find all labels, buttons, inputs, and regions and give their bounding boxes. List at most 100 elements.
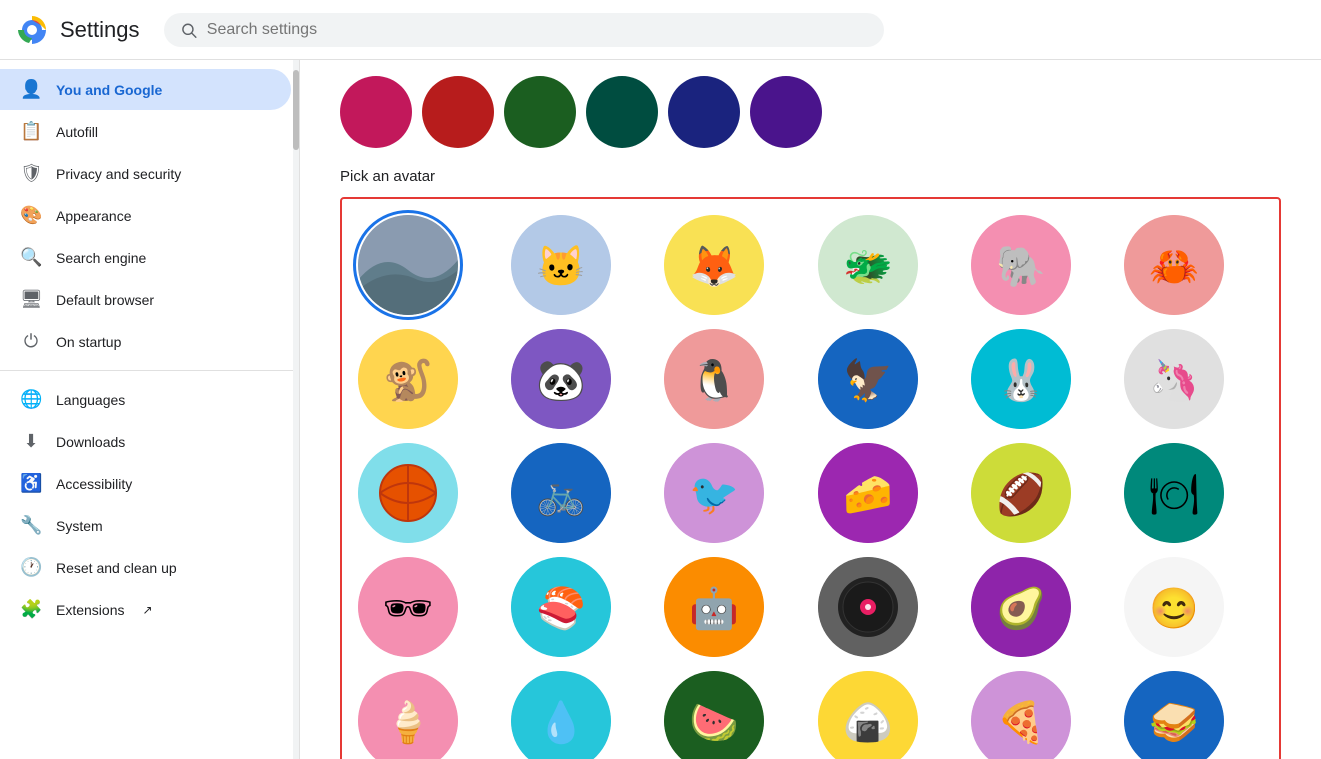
svg-text:🥪: 🥪 [1149, 701, 1199, 745]
avatar-item-15[interactable]: 🧀 [818, 443, 918, 543]
color-swatch-0[interactable] [340, 76, 412, 148]
extensions-icon: 🧩 [20, 599, 42, 620]
avatar-item-8[interactable]: 🐧 [664, 329, 764, 429]
avatar-item-7[interactable]: 🐼 [511, 329, 611, 429]
avatar-item-6[interactable]: 🐒 [358, 329, 458, 429]
sidebar: 👤You and Google📋Autofill🛡Privacy and sec… [0, 60, 300, 759]
sidebar-item-downloads[interactable]: ⬇ Downloads [0, 421, 291, 462]
sidebar-item-you-and-google[interactable]: 👤You and Google [0, 69, 291, 110]
sidebar-label-you-and-google: You and Google [56, 82, 162, 98]
logo: Settings [16, 14, 140, 46]
languages-icon: 🌐 [20, 389, 42, 410]
reset-clean-icon: 🕐 [20, 557, 42, 578]
svg-text:🦊: 🦊 [689, 245, 739, 289]
sidebar-label-appearance: Appearance [56, 208, 132, 224]
svg-text:🍣: 🍣 [536, 584, 586, 631]
svg-text:🍕: 🍕 [996, 699, 1046, 745]
svg-text:💧: 💧 [536, 699, 586, 745]
avatar-item-12[interactable] [358, 443, 458, 543]
system-icon: 🔧 [20, 515, 42, 536]
svg-text:🐒: 🐒 [383, 357, 433, 403]
main-layout: 👤You and Google📋Autofill🛡Privacy and sec… [0, 60, 1321, 759]
avatar-item-27[interactable]: 🍙 [818, 671, 918, 759]
app-title: Settings [60, 17, 140, 43]
sidebar-label-on-startup: On startup [56, 334, 121, 350]
avatar-item-29[interactable]: 🥪 [1124, 671, 1224, 759]
color-swatch-1[interactable] [422, 76, 494, 148]
svg-text:🏈: 🏈 [996, 471, 1046, 518]
autofill-icon: 📋 [20, 121, 42, 142]
sidebar-label-downloads: Downloads [56, 434, 125, 450]
sidebar-item-search-engine[interactable]: 🔍 Search engine [0, 237, 291, 278]
sidebar-label-search-engine: Search engine [56, 250, 146, 266]
topbar: Settings [0, 0, 1321, 60]
svg-text:🕶: 🕶 [383, 587, 434, 631]
svg-text:🥑: 🥑 [996, 583, 1046, 631]
content-area: Pick an avatar 🐱 🦊 🐲 🐘 🦀 🐒 🐼 🐧 🦅 🐰 🦄 🚲 🐦 🧀 🏈 🍽 🕶 🍣 🤖 🥑 😊 🍦 💧 🍉 🍙… [300, 60, 1321, 759]
avatar-item-19[interactable]: 🍣 [511, 557, 611, 657]
svg-text:🐱: 🐱 [536, 245, 586, 289]
sidebar-item-accessibility[interactable]: ♿Accessibility [0, 463, 291, 504]
sidebar-item-extensions[interactable]: 🧩 Extensions ↗ [0, 589, 291, 630]
section-title: Pick an avatar [340, 168, 1281, 185]
search-input[interactable] [207, 21, 868, 39]
appearance-icon: 🎨 [20, 205, 42, 226]
search-engine-icon: 🔍 [20, 247, 42, 268]
svg-text:🐼: 🐼 [536, 357, 586, 403]
avatar-item-9[interactable]: 🦅 [818, 329, 918, 429]
sidebar-label-system: System [56, 518, 103, 534]
color-swatch-5[interactable] [750, 76, 822, 148]
sidebar-item-languages[interactable]: 🌐Languages [0, 379, 291, 420]
avatar-item-17[interactable]: 🍽 [1124, 443, 1224, 543]
avatar-item-13[interactable]: 🚲 [511, 443, 611, 543]
sidebar-item-appearance[interactable]: 🎨 Appearance [0, 195, 291, 236]
color-swatch-3[interactable] [586, 76, 658, 148]
color-swatches [340, 60, 1281, 168]
avatar-item-0[interactable] [358, 215, 458, 315]
sidebar-label-extensions: Extensions [56, 602, 124, 618]
sidebar-item-reset-clean[interactable]: 🕐 Reset and clean up [0, 547, 291, 588]
avatar-item-5[interactable]: 🦀 [1124, 215, 1224, 315]
sidebar-item-default-browser[interactable]: 🖥Default browser [0, 279, 291, 320]
on-startup-icon: ⏻ [20, 331, 42, 352]
sidebar-item-autofill[interactable]: 📋Autofill [0, 111, 291, 152]
avatar-item-4[interactable]: 🐘 [971, 215, 1071, 315]
avatar-item-23[interactable]: 😊 [1124, 557, 1224, 657]
color-swatch-4[interactable] [668, 76, 740, 148]
avatar-item-28[interactable]: 🍕 [971, 671, 1071, 759]
avatar-item-22[interactable]: 🥑 [971, 557, 1071, 657]
svg-text:🦄: 🦄 [1149, 357, 1199, 403]
avatar-item-25[interactable]: 💧 [511, 671, 611, 759]
avatar-item-2[interactable]: 🦊 [664, 215, 764, 315]
avatar-item-11[interactable]: 🦄 [1124, 329, 1224, 429]
avatar-item-3[interactable]: 🐲 [818, 215, 918, 315]
sidebar-item-on-startup[interactable]: ⏻ On startup [0, 321, 291, 362]
avatar-item-26[interactable]: 🍉 [664, 671, 764, 759]
search-bar[interactable] [164, 13, 884, 47]
avatar-item-10[interactable]: 🐰 [971, 329, 1071, 429]
sidebar-item-system[interactable]: 🔧 System [0, 505, 291, 546]
avatar-item-18[interactable]: 🕶 [358, 557, 458, 657]
avatar-item-1[interactable]: 🐱 [511, 215, 611, 315]
svg-text:🍙: 🍙 [843, 701, 893, 745]
avatar-item-20[interactable]: 🤖 [664, 557, 764, 657]
svg-text:🤖: 🤖 [689, 585, 739, 631]
sidebar-item-privacy-security[interactable]: 🛡Privacy and security [0, 153, 291, 194]
avatar-grid: 🐱 🦊 🐲 🐘 🦀 🐒 🐼 🐧 🦅 🐰 🦄 🚲 🐦 🧀 🏈 🍽 🕶 🍣 🤖 🥑 😊 🍦 💧 🍉 🍙 🍕 🥪 [358, 215, 1263, 759]
color-swatch-2[interactable] [504, 76, 576, 148]
svg-text:🐰: 🐰 [996, 357, 1046, 403]
avatar-item-16[interactable]: 🏈 [971, 443, 1071, 543]
svg-text:🦀: 🦀 [1149, 245, 1199, 289]
sidebar-label-accessibility: Accessibility [56, 476, 132, 492]
downloads-icon: ⬇ [20, 431, 42, 452]
svg-text:🦅: 🦅 [843, 356, 893, 403]
svg-text:🍉: 🍉 [689, 701, 739, 745]
external-link-icon: ↗ [142, 603, 152, 617]
svg-text:🐘: 🐘 [996, 245, 1046, 289]
avatar-item-14[interactable]: 🐦 [664, 443, 764, 543]
avatar-item-24[interactable]: 🍦 [358, 671, 458, 759]
sidebar-label-reset-clean: Reset and clean up [56, 560, 177, 576]
svg-text:🍽: 🍽 [1148, 473, 1199, 517]
avatar-item-21[interactable] [818, 557, 918, 657]
svg-text:🍦: 🍦 [383, 699, 433, 745]
